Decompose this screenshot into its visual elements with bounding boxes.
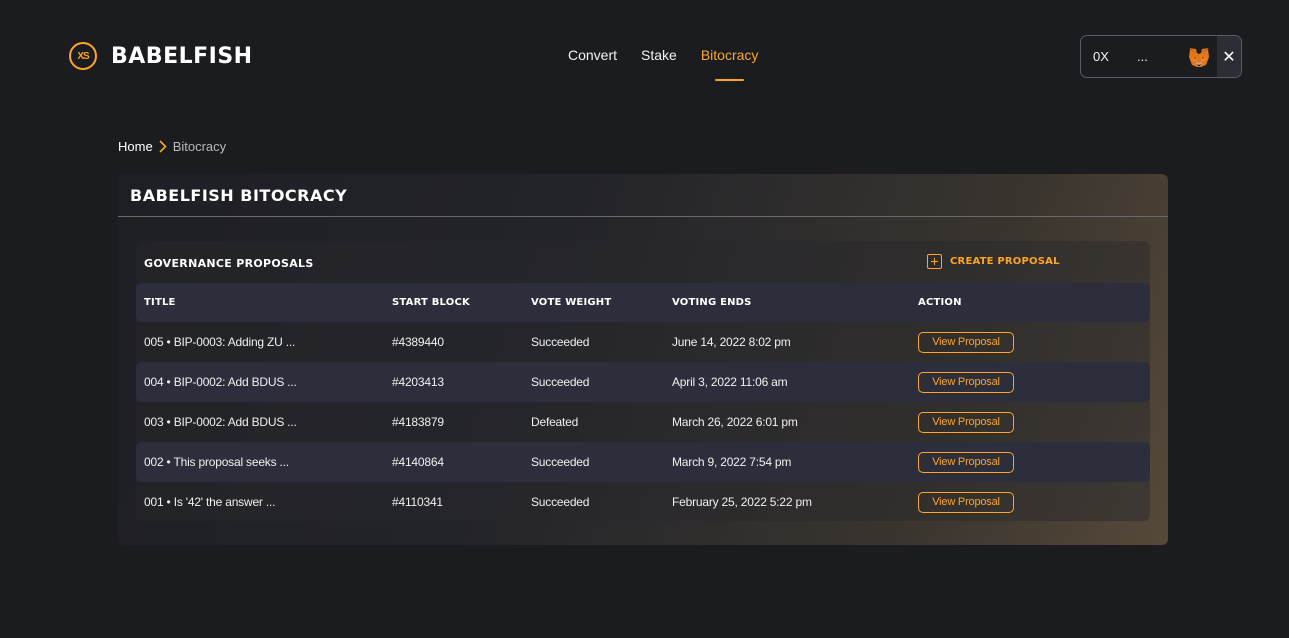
view-proposal-button[interactable]: View Proposal [918,371,1014,393]
proposals-table: TITLE START BLOCK VOTE WEIGHT VOTING END… [136,283,1150,522]
wallet-address-ellipsis: ... [1137,49,1148,64]
proposal-title: 004 • BIP-0002: Add BDUS ... [136,362,392,402]
column-header-vote-weight: VOTE WEIGHT [531,283,672,322]
metamask-fox-icon [1189,47,1209,67]
view-proposal-button[interactable]: View Proposal [918,411,1014,433]
proposal-voting-ends: February 25, 2022 5:22 pm [672,495,812,509]
proposal-vote-weight: Succeeded [531,335,590,349]
page-title: BABELFISH BITOCRACY [118,174,1168,217]
view-proposal-button[interactable]: View Proposal [918,491,1014,513]
column-header-voting-ends: VOTING ENDS [672,283,918,322]
proposal-action: View Proposal [918,482,1150,522]
proposal-start-block: #4389440 [392,335,444,349]
proposal-voting-ends: March 26, 2022 6:01 pm [672,415,798,429]
create-proposal-label: CREATE PROPOSAL [950,256,1060,267]
logo[interactable]: XS BABELFISH [69,42,253,70]
proposal-title: 002 • This proposal seeks ... [136,442,392,482]
proposal-start-block: #4203413 [392,362,531,402]
breadcrumb-current: Bitocracy [172,139,227,154]
proposal-action: View Proposal [918,362,1150,402]
section-label: GOVERNANCE PROPOSALS [144,256,314,270]
proposals-header: GOVERNANCE PROPOSALS CREATE PROPOSAL [136,241,1150,283]
nav-stake[interactable]: Stake [641,47,677,71]
nav-convert[interactable]: Convert [568,47,617,71]
table-row: 003 • BIP-0002: Add BDUS ... #4183879 De… [136,402,1150,442]
column-header-action: ACTION [918,283,1150,322]
babelfish-logo-icon: XS [69,42,97,70]
proposal-title: 001 • Is '42' the answer ... [144,495,276,509]
proposal-start-block: #4140864 [392,442,531,482]
nav-bitocracy[interactable]: Bitocracy [701,47,758,81]
wallet-address: 0X [1093,49,1109,64]
proposal-action: View Proposal [918,322,1150,362]
disconnect-wallet-button[interactable]: ✕ [1217,36,1241,77]
breadcrumb: Home Bitocracy [118,139,226,154]
proposal-voting-ends: April 3, 2022 11:06 am [672,362,918,402]
create-proposal-button[interactable]: CREATE PROPOSAL [927,254,1060,269]
bitocracy-panel: BABELFISH BITOCRACY GOVERNANCE PROPOSALS… [118,174,1168,545]
proposal-vote-weight: Defeated [531,415,579,429]
column-header-start-block: START BLOCK [392,283,531,322]
proposal-vote-weight: Succeeded [531,362,672,402]
plus-icon [927,254,942,269]
table-header-row: TITLE START BLOCK VOTE WEIGHT VOTING END… [136,283,1150,322]
proposal-action: View Proposal [918,402,1150,442]
table-row: 002 • This proposal seeks ... #4140864 S… [136,442,1150,482]
proposal-action: View Proposal [918,442,1150,482]
view-proposal-button[interactable]: View Proposal [918,451,1014,473]
table-row: 004 • BIP-0002: Add BDUS ... #4203413 Su… [136,362,1150,402]
proposal-start-block: #4183879 [392,415,444,429]
main-nav: Convert Stake Bitocracy [568,47,758,81]
breadcrumb-home[interactable]: Home [118,139,153,154]
proposal-title: 003 • BIP-0002: Add BDUS ... [144,415,297,429]
proposal-title: 005 • BIP-0003: Adding ZU ... [144,335,296,349]
column-header-title: TITLE [136,283,392,322]
proposal-vote-weight: Succeeded [531,442,672,482]
table-row: 001 • Is '42' the answer ... #4110341 Su… [136,482,1150,522]
table-row: 005 • BIP-0003: Adding ZU ... #4389440 S… [136,322,1150,362]
proposal-voting-ends: March 9, 2022 7:54 pm [672,442,918,482]
governance-proposals-card: GOVERNANCE PROPOSALS CREATE PROPOSAL TIT… [136,241,1150,521]
wallet-widget[interactable]: 0X ... ✕ [1080,35,1242,78]
view-proposal-button[interactable]: View Proposal [918,331,1014,353]
proposal-vote-weight: Succeeded [531,495,590,509]
logo-text: BABELFISH [111,43,253,69]
proposal-start-block: #4110341 [392,495,443,509]
chevron-right-icon [159,140,167,153]
proposal-voting-ends: June 14, 2022 8:02 pm [672,335,791,349]
